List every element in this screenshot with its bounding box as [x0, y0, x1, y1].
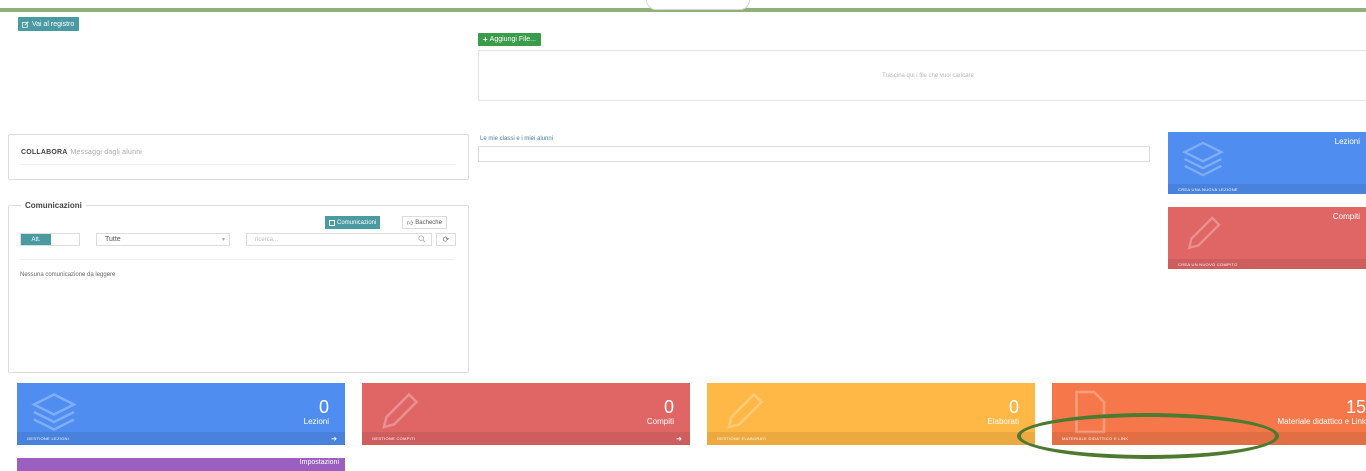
gestione-lezioni-footer: GESTIONE LEZIONI [17, 432, 345, 445]
compiti-count: 0 [663, 397, 674, 417]
impostazioni-card[interactable]: Impostazioni [17, 458, 345, 471]
thumbs-up-icon: 👍︎ [407, 220, 414, 227]
comunicazioni-button-label: Comunicazioni [337, 219, 377, 226]
aggiungi-file-button[interactable]: + Aggiungi File... [478, 33, 541, 46]
file-dropzone[interactable]: Trascina qui i file che vuoi caricare [478, 50, 1366, 101]
filter-select[interactable]: Tutte ▾ [96, 233, 230, 246]
comunicazioni-title: Comunicazioni [21, 201, 86, 210]
elaborati-count: 0 [1008, 397, 1019, 417]
gestione-elaborati-card[interactable]: 0 Elaborati GESTIONE ELABORATI [707, 383, 1035, 445]
top-bar-tab[interactable] [646, 0, 750, 10]
top-navigation-bar [0, 0, 1366, 12]
plus-icon: + [483, 35, 488, 44]
empty-message: Nessuna comunicazione da leggere [20, 272, 116, 278]
registro-button-label: Vai al registro [32, 20, 75, 28]
gestione-elaborati-footer: GESTIONE ELABORATI [707, 432, 1035, 445]
gestione-lezioni-card[interactable]: 0 Lezioni GESTIONE LEZIONI ➔ [17, 383, 345, 445]
crea-compito-title: Compiti [1332, 212, 1360, 221]
collabora-heading: COLLABORA [21, 149, 68, 156]
pencil-square-icon [22, 20, 29, 28]
pencil-icon [382, 392, 419, 429]
page: Vai al registro + Aggiungi File... Trasc… [0, 0, 1366, 471]
collabora-subtitle: Messaggi dagli alunni [70, 149, 143, 156]
comunicazioni-divider [20, 259, 454, 260]
refresh-button[interactable]: ⟳ [436, 233, 456, 246]
search-placeholder: ricerca... [255, 236, 279, 243]
materiale-count: 15 [1345, 397, 1366, 417]
aggiungi-file-label: Aggiungi File... [489, 36, 536, 43]
bacheche-button[interactable]: 👍︎ Bacheche [402, 216, 447, 229]
lezioni-label: Lezioni [303, 417, 329, 426]
classi-label: Le mie classi e i miei alunni [480, 136, 554, 142]
impostazioni-label: Impostazioni [299, 459, 339, 466]
bacheche-button-label: Bacheche [415, 219, 442, 226]
refresh-icon: ⟳ [442, 235, 450, 244]
collabora-divider [21, 164, 456, 165]
comunicazioni-panel: Comunicazioni [8, 201, 469, 373]
crea-lezione-title: Lezioni [1334, 137, 1360, 146]
registro-button[interactable]: Vai al registro [18, 17, 80, 31]
crea-lezione-card[interactable]: Lezioni CREA UNA NUOVA LEZIONE [1168, 132, 1366, 194]
collabora-panel: COLLABORA Messaggi dagli alunni [8, 134, 469, 180]
materiale-label: Materiale didattico e Link [1277, 417, 1366, 426]
toggle-on-label: Att. [21, 234, 51, 245]
gestione-compiti-footer: GESTIONE COMPITI [362, 432, 690, 445]
circle-arrow-right-icon: ➔ [676, 436, 682, 443]
comunicazioni-button[interactable]: Comunicazioni [325, 216, 381, 229]
layers-icon [31, 393, 77, 431]
square-icon [329, 219, 335, 226]
layers-icon [1182, 141, 1224, 177]
classi-selector[interactable] [478, 146, 1150, 162]
lezioni-count: 0 [318, 397, 329, 417]
gestione-compiti-card[interactable]: 0 Compiti GESTIONE COMPITI ➔ [362, 383, 690, 445]
pencil-icon [1187, 216, 1221, 250]
elaborati-label: Elaborati [987, 417, 1019, 426]
attive-toggle[interactable]: Att. [20, 233, 80, 246]
filter-select-value: Tutte [105, 236, 121, 243]
pencil-icon [727, 392, 764, 429]
dropzone-text: Trascina qui i file che vuoi caricare [882, 72, 974, 79]
search-input[interactable]: ricerca... [246, 233, 432, 246]
crea-lezione-footer: CREA UNA NUOVA LEZIONE [1168, 184, 1366, 194]
compiti-label: Compiti [646, 417, 674, 426]
crea-compito-card[interactable]: Compiti CREA UN NUOVO COMPITO [1168, 207, 1366, 269]
circle-arrow-right-icon: ➔ [331, 436, 337, 443]
chevron-down-icon: ▾ [221, 237, 225, 243]
crea-compito-footer: CREA UN NUOVO COMPITO [1168, 259, 1366, 269]
magnifier-icon [418, 235, 426, 243]
annotation-ellipse [1017, 413, 1279, 459]
collabora-title: COLLABORA Messaggi dagli alunni [21, 149, 142, 156]
